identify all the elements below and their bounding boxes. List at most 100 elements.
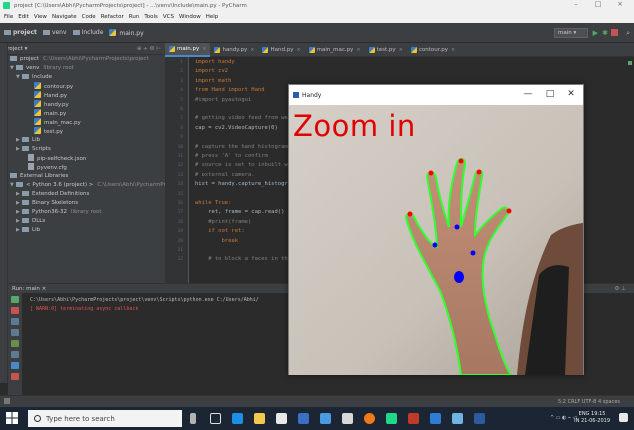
menu-window[interactable]: Window <box>179 14 201 20</box>
handy-window-titlebar[interactable]: Handy — □ ✕ <box>289 85 583 105</box>
pycharm-taskbar-icon[interactable] <box>386 413 397 424</box>
tree-item[interactable]: contour.py <box>0 82 165 91</box>
close-tab-icon[interactable]: × <box>250 43 254 57</box>
restore-layout-icon[interactable] <box>11 329 19 336</box>
stop-icon[interactable] <box>611 29 618 36</box>
teams-icon[interactable] <box>320 413 331 424</box>
breadcrumb-project[interactable]: project <box>4 29 37 36</box>
menu-edit[interactable]: Edit <box>18 14 29 20</box>
pin-icon[interactable] <box>11 362 19 369</box>
powerpoint-icon[interactable] <box>408 413 419 424</box>
tree-item[interactable]: ▶ Python36-32 library root <box>0 208 165 217</box>
breadcrumb-include[interactable]: Include <box>72 29 103 36</box>
tree-item[interactable]: ▶ DLLs <box>0 217 165 226</box>
system-clock[interactable]: ENG 19:15 IN 21-06-2019 <box>574 411 610 425</box>
tree-item[interactable]: test.py <box>0 127 165 136</box>
tree-item[interactable]: pyvenv.cfg <box>0 163 165 172</box>
breadcrumb-file[interactable]: main.py <box>109 28 144 37</box>
task-view-icon[interactable] <box>210 413 221 424</box>
code-line: if not ret: <box>195 228 245 235</box>
tree-item[interactable]: ▶ Binary Skeletons <box>0 199 165 208</box>
menu-navigate[interactable]: Navigate <box>52 14 77 20</box>
handy-taskbar-icon[interactable] <box>474 413 485 424</box>
menu-tools[interactable]: Tools <box>144 14 158 20</box>
line-number: 8 <box>180 125 183 131</box>
tree-item[interactable]: ▶ Scripts <box>0 145 165 154</box>
status-text[interactable]: 5:2 CRLF UTF-8 4 spaces <box>558 399 620 405</box>
menu-view[interactable]: View <box>34 14 47 20</box>
search-icon[interactable]: ⌕ <box>626 29 630 37</box>
editor-tab[interactable]: contour.py × <box>407 43 459 57</box>
close-tab-icon[interactable]: × <box>451 43 455 57</box>
edge-browser-icon[interactable] <box>232 413 243 424</box>
rerun-icon[interactable] <box>11 296 19 303</box>
file-explorer-icon[interactable] <box>254 413 265 424</box>
folder-icon <box>72 29 80 35</box>
close-tab-icon[interactable]: × <box>296 43 300 57</box>
menu-vcs[interactable]: VCS <box>163 14 174 20</box>
editor-tab[interactable]: Hand.py × <box>258 43 304 57</box>
tool-windows-icon[interactable] <box>4 398 10 404</box>
menu-run[interactable]: Run <box>129 14 140 20</box>
tree-item[interactable]: ▶ Extended Definitions <box>0 190 165 199</box>
photos-icon[interactable] <box>452 413 463 424</box>
line-number: 4 <box>180 88 183 94</box>
tree-item[interactable]: ▼projectC:\Users\Abhi\PycharmProjects\pr… <box>0 55 165 64</box>
search-app-icon[interactable] <box>430 413 441 424</box>
language-indicator[interactable]: ENG <box>579 411 590 417</box>
line-number: 20 <box>177 238 183 244</box>
minimize-button[interactable]: – <box>566 0 586 8</box>
handy-maximize-button[interactable]: □ <box>541 89 559 99</box>
panel-settings-icon[interactable]: ⊕ ÷ ⚙ ⊢ <box>137 46 161 52</box>
menu-refactor[interactable]: Refactor <box>101 14 124 20</box>
tray-icons[interactable]: ^ ▭ ◐ ⌁ ◁ <box>550 415 577 421</box>
handy-window[interactable]: Handy — □ ✕ Zoom in <box>288 84 584 375</box>
close-run-icon[interactable] <box>11 373 19 380</box>
mail-icon[interactable] <box>342 413 353 424</box>
stop-run-icon[interactable] <box>11 307 19 314</box>
run-config-select[interactable]: main ▾ <box>554 28 588 38</box>
maximize-button[interactable]: □ <box>588 0 608 8</box>
debug-icon[interactable]: ✱ <box>602 29 608 37</box>
run-icon[interactable]: ▶ <box>593 29 598 37</box>
soft-wrap-icon[interactable] <box>11 340 19 347</box>
editor-tab[interactable]: main.py × <box>165 42 211 57</box>
editor-tab[interactable]: main_mac.py × <box>305 43 365 57</box>
tree-item[interactable]: ▼ venv library root <box>0 64 165 73</box>
menu-file[interactable]: File <box>4 14 13 20</box>
close-tab-icon[interactable]: × <box>399 43 403 57</box>
notification-icon[interactable] <box>619 413 628 422</box>
firefox-icon[interactable] <box>364 413 375 424</box>
windows-start-icon[interactable] <box>6 412 18 424</box>
clock-time: 19:15 <box>591 411 606 417</box>
tree-item[interactable]: ▼ < Python 3.6 (project) > C:\Users\Abhi\P… <box>0 181 165 190</box>
tree-item[interactable]: Hand.py <box>0 91 165 100</box>
tree-item[interactable]: handy.py <box>0 100 165 109</box>
tree-item[interactable]: ▶ Lib <box>0 136 165 145</box>
word-icon[interactable] <box>298 413 309 424</box>
store-icon[interactable] <box>276 413 287 424</box>
line-number: 2 <box>180 69 183 75</box>
project-panel-header[interactable]: Project ▾ ⊕ ÷ ⚙ ⊢ <box>0 43 165 55</box>
menu-help[interactable]: Help <box>206 14 219 20</box>
tree-item[interactable]: ▶ Lib <box>0 226 165 235</box>
tree-item[interactable]: main_mac.py <box>0 118 165 127</box>
editor-tab[interactable]: test.py × <box>365 43 407 57</box>
menu-code[interactable]: Code <box>82 14 96 20</box>
print-icon[interactable] <box>11 351 19 358</box>
close-tab-icon[interactable]: × <box>356 43 360 57</box>
handy-minimize-button[interactable]: — <box>519 89 537 99</box>
handy-close-button[interactable]: ✕ <box>562 89 580 99</box>
close-tab-icon[interactable]: × <box>202 42 206 56</box>
pause-icon[interactable] <box>11 318 19 325</box>
breadcrumb-venv[interactable]: venv <box>42 29 67 36</box>
tree-item[interactable]: ▼ Include <box>0 73 165 82</box>
tree-item[interactable]: ▼External Libraries <box>0 172 165 181</box>
editor-tab[interactable]: handy.py × <box>210 43 258 57</box>
taskbar-search-box[interactable]: Type here to search <box>28 410 182 427</box>
microphone-icon[interactable] <box>190 413 196 424</box>
tree-item[interactable]: pip-selfcheck.json <box>0 154 165 163</box>
close-button[interactable]: × <box>610 0 630 8</box>
tree-item[interactable]: main.py <box>0 109 165 118</box>
run-tab[interactable]: Run: main × <box>12 286 46 292</box>
